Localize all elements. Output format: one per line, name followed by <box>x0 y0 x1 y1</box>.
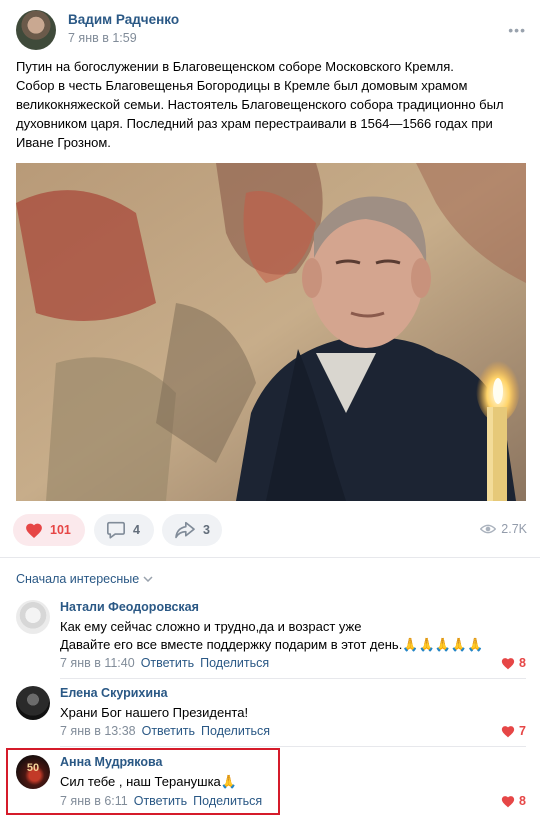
share-button[interactable]: 3 <box>162 514 222 546</box>
post-text-line: великокняжеской семьи. Настоятель Благов… <box>16 97 504 112</box>
heart-icon <box>501 657 515 670</box>
like-count: 101 <box>50 523 71 537</box>
highlight-box <box>6 748 280 815</box>
share-link[interactable]: Поделиться <box>201 724 270 738</box>
comment-like-button[interactable]: 8 <box>501 794 526 808</box>
comment-text: Как ему сейчас сложно и трудно,да и возр… <box>60 618 483 654</box>
post-text-line: духовником царя. Последний раз храм пере… <box>16 116 493 131</box>
reply-link[interactable]: Ответить <box>142 724 195 738</box>
comment-button[interactable]: 4 <box>94 514 154 546</box>
share-link[interactable]: Поделиться <box>200 656 269 670</box>
post-time[interactable]: 7 янв в 1:59 <box>68 31 137 45</box>
post-text-line: Путин на богослужении в Благовещенском с… <box>16 59 454 74</box>
comment-text-line: Как ему сейчас сложно и трудно,да и возр… <box>60 619 362 634</box>
post-text-line: Иване Грозном. <box>16 135 111 150</box>
heart-icon <box>501 725 515 738</box>
comment-avatar[interactable] <box>16 600 50 634</box>
comment-like-button[interactable]: 8 <box>501 656 526 670</box>
comment-author[interactable]: Елена Скурихина <box>60 686 168 700</box>
view-count: 2.7K <box>480 522 527 536</box>
comment-count: 4 <box>133 523 140 537</box>
more-options-icon[interactable]: ••• <box>508 22 526 38</box>
comment-like-count: 7 <box>519 724 526 738</box>
post-actions-bar: 101 4 3 2.7K <box>13 514 527 546</box>
post-photo[interactable] <box>16 163 526 501</box>
comment-like-count: 8 <box>519 794 526 808</box>
sort-label: Сначала интересные <box>16 572 140 586</box>
divider <box>0 557 540 558</box>
share-arrow-icon <box>174 521 196 539</box>
comment-item: Елена Скурихина Храни Бог нашего Президе… <box>16 686 526 740</box>
comment-time[interactable]: 7 янв в 13:38 <box>60 724 136 738</box>
comment-meta: 7 янв в 11:40 Ответить Поделиться <box>60 656 269 670</box>
share-count: 3 <box>203 523 210 537</box>
eye-icon <box>480 523 497 535</box>
author-avatar[interactable] <box>16 10 56 50</box>
comment-author[interactable]: Натали Феодоровская <box>60 600 199 614</box>
divider <box>60 678 526 679</box>
post-text-line: Собор в честь Благовещенья Богородицы в … <box>16 78 468 93</box>
post-author[interactable]: Вадим Радченко <box>68 12 179 27</box>
chevron-down-icon <box>143 576 153 582</box>
view-count-value: 2.7K <box>501 522 527 536</box>
post-header: Вадим Радченко 7 янв в 1:59 ••• <box>16 10 526 50</box>
comment-time[interactable]: 7 янв в 11:40 <box>60 656 135 670</box>
heart-icon <box>25 522 43 539</box>
comment-bubble-icon <box>106 521 126 539</box>
heart-icon <box>501 795 515 808</box>
post-text: Путин на богослужении в Благовещенском с… <box>16 57 526 152</box>
comment-like-button[interactable]: 7 <box>501 724 526 738</box>
divider <box>60 746 526 747</box>
like-button[interactable]: 101 <box>13 514 85 546</box>
comment-like-count: 8 <box>519 656 526 670</box>
comment-meta: 7 янв в 13:38 Ответить Поделиться <box>60 724 270 738</box>
comment-text: Храни Бог нашего Президента! <box>60 704 248 722</box>
reply-link[interactable]: Ответить <box>141 656 194 670</box>
comment-avatar[interactable] <box>16 686 50 720</box>
comment-item: Натали Феодоровская Как ему сейчас сложн… <box>16 600 526 672</box>
comment-text-line: Давайте его все вместе поддержку подарим… <box>60 637 484 652</box>
comments-sort-dropdown[interactable]: Сначала интересные <box>16 572 153 586</box>
comment-text-line: Храни Бог нашего Президента! <box>60 705 249 720</box>
